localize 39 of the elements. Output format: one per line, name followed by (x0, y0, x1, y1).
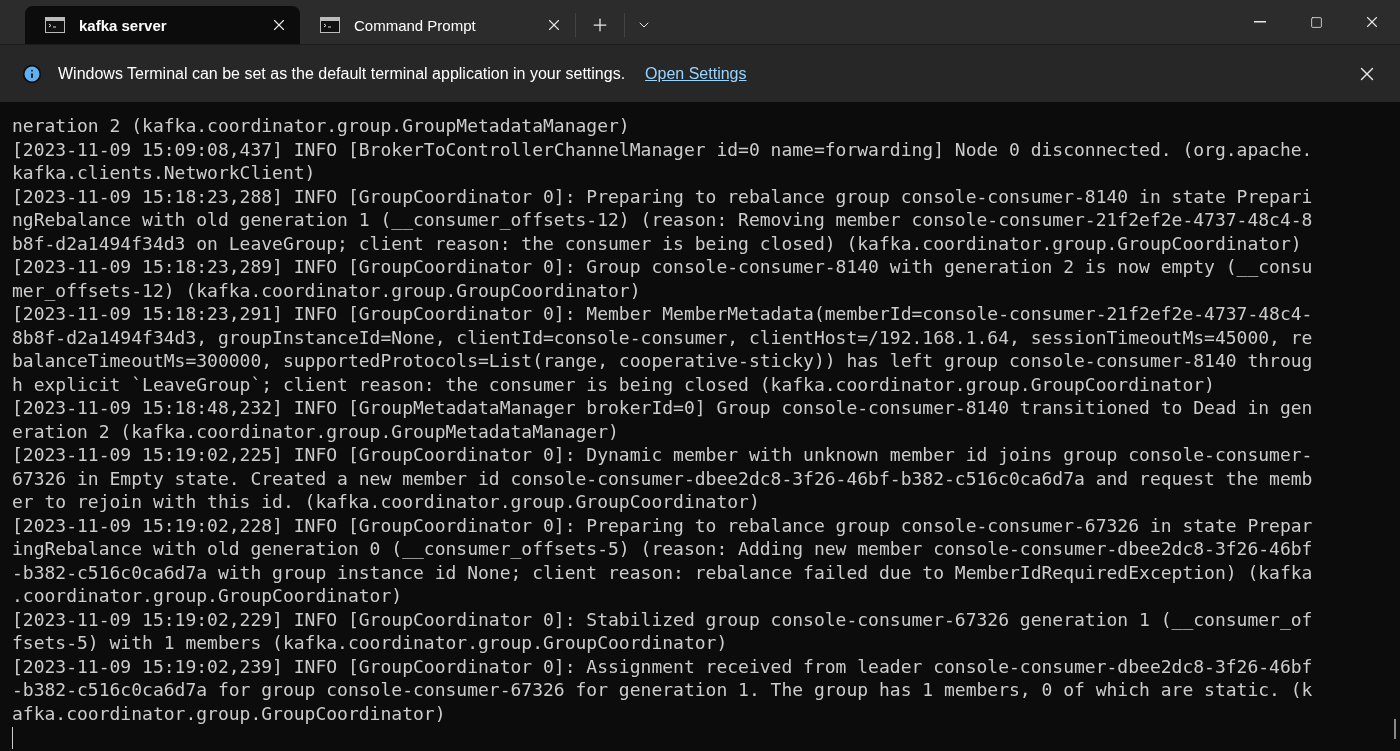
log-line: b8f-d2a1494f34d3 on LeaveGroup; client reason: the consumer is being closed) (kafka.coordinator.group.GroupCoordinator) (12, 231, 1302, 255)
log-line: afka.coordinator.group.GroupCoordinator) (12, 701, 446, 725)
terminal-icon (45, 17, 65, 33)
tab-title: Command Prompt (354, 16, 477, 34)
log-line: [2023-11-09 15:09:08,437] INFO [BrokerToControllerChannelManager id=0 name=forwarding] Node 0 disconnected. (org.apache. (12, 137, 1313, 161)
log-line: [2023-11-09 15:19:02,228] INFO [GroupCoordinator 0]: Preparing to rebalance group console-consumer-67326 in state Prepar (12, 513, 1313, 537)
log-line: mer_offsets-12) (kafka.coordinator.group.GroupCoordinator) (12, 278, 641, 302)
log-line: kafka.clients.NetworkClient) (12, 161, 316, 185)
log-line: [2023-11-09 15:19:02,229] INFO [GroupCoordinator 0]: Stabilized group console-consumer-67326 generation 1 (__consumer_of (12, 607, 1313, 631)
log-line: 8b8f-d2a1494f34d3, groupInstanceId=None, clientId=console-consumer, clientHost=/192.168.1.64, sessionTimeoutMs=45000, re (12, 325, 1313, 349)
terminal-tab[interactable]: Command Prompt (300, 6, 575, 44)
terminal-tab[interactable]: kafka server (25, 6, 300, 44)
log-line: [2023-11-09 15:18:23,291] INFO [GroupCoordinator 0]: Member MemberMetadata(memberId=console-consumer-21f2ef2e-4737-48c4- (12, 302, 1313, 326)
log-line: [2023-11-09 15:18:48,232] INFO [GroupMetadataManager brokerId=0] Group console-consumer-8140 transitioned to Dead in gen (12, 396, 1313, 420)
maximize-icon (1309, 15, 1323, 29)
terminal-icon (320, 17, 340, 33)
minimize-icon (1254, 21, 1266, 23)
log-line: ngRebalance with old generation 1 (__consumer_offsets-12) (reason: Removing member console-consumer-21f2ef2e-4737-48c4-8 (12, 208, 1313, 232)
log-line: [2023-11-09 15:18:23,288] INFO [GroupCoordinator 0]: Preparing to rebalance group console-consumer-8140 in state Prepari (12, 184, 1313, 208)
tab-title: kafka server (79, 16, 168, 34)
log-line: er to rejoin with this id. (kafka.coordinator.group.GroupCoordinator) (12, 490, 760, 514)
log-line: h explicit `LeaveGroup`; client reason: the consumer is being closed (kafka.coordinator.group.GroupCoordinator) (12, 372, 1215, 396)
log-line: neration 2 (kafka.coordinator.group.GroupMetadataManager) (12, 114, 630, 138)
log-line: balanceTimeoutMs=300000, supportedProtocols=List(range, cooperative-sticky)) has left group console-consumer-8140 throug (12, 349, 1313, 373)
notification-message: Windows Terminal can be set as the default terminal application in your settings. (58, 64, 626, 83)
log-line: -b382-c516c0ca6d7a for group console-consumer-67326 for generation 1. The group has 1 members, 0 of which are static. (k (12, 678, 1313, 702)
info-icon (22, 63, 42, 84)
log-line: .coordinator.group.GroupCoordinator) (12, 584, 403, 608)
log-line: [2023-11-09 15:19:02,239] INFO [GroupCoordinator 0]: Assignment received from leader console-consumer-dbee2dc8-3f26-46bf (12, 654, 1313, 678)
open-settings-link[interactable]: Open Settings (645, 64, 747, 83)
log-line: [2023-11-09 15:19:02,225] INFO [GroupCoordinator 0]: Dynamic member with unknown member id joins group console-consumer- (12, 443, 1313, 467)
log-line: [2023-11-09 15:18:23,289] INFO [GroupCoordinator 0]: Group console-consumer-8140 with generation 2 is now empty (__consu (12, 255, 1313, 279)
log-line: eration 2 (kafka.coordinator.group.GroupMetadataManager) (12, 419, 619, 443)
scrollbar-thumb[interactable] (1394, 719, 1396, 739)
log-line: fsets-5) with 1 members (kafka.coordinator.group.GroupCoordinator) (12, 631, 728, 655)
log-line: 67326 in Empty state. Created a new member id console-consumer-dbee2dc8-3f26-46bf-b382-c516c0ca6d7a and request the memb (12, 466, 1313, 490)
log-line: ingRebalance with old generation 0 (__consumer_offsets-5) (reason: Adding new member console-consumer-dbee2dc8-3f26-46bf (12, 537, 1313, 561)
log-line: -b382-c516c0ca6d7a with group instance id None; client reason: rebalance failed due to MemberIdRequiredException) (kafka (12, 560, 1313, 584)
text-cursor (12, 727, 13, 749)
